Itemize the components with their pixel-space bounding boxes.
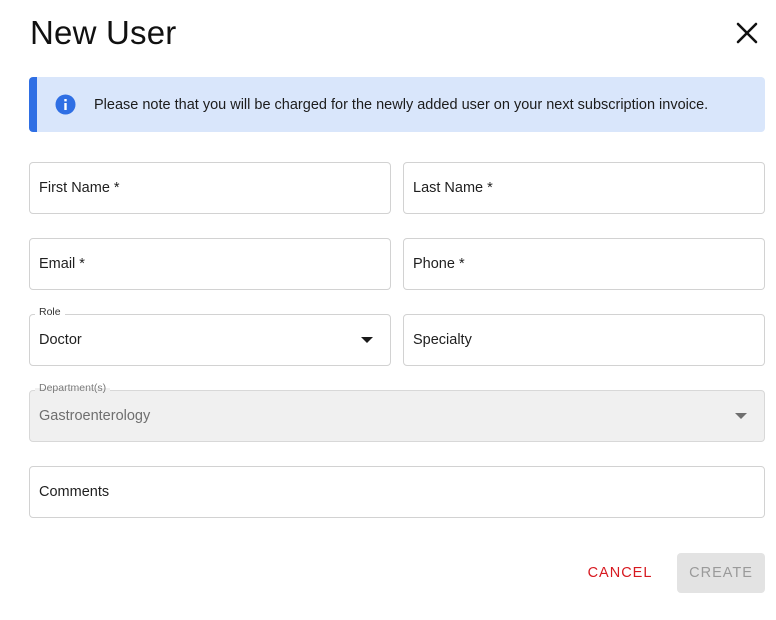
caret-down-icon [361, 337, 373, 343]
specialty-placeholder: Specialty [413, 332, 472, 348]
phone-placeholder: Phone * [413, 256, 465, 272]
first-name-placeholder: First Name * [39, 180, 120, 196]
department-select: Department(s) Gastroenterology [29, 382, 765, 442]
role-label: Role [35, 306, 65, 318]
comments-placeholder: Comments [39, 484, 110, 500]
email-placeholder: Email * [39, 256, 85, 272]
caret-down-icon [735, 413, 747, 419]
phone-field[interactable]: Phone * [403, 238, 765, 290]
info-icon [54, 94, 76, 116]
department-label: Department(s) [35, 382, 111, 394]
last-name-placeholder: Last Name * [413, 180, 493, 196]
billing-notice: Please note that you will be charged for… [29, 77, 765, 132]
role-value: Doctor [39, 332, 82, 348]
close-button[interactable] [730, 16, 764, 50]
last-name-field[interactable]: Last Name * [403, 162, 765, 214]
notice-text: Please note that you will be charged for… [94, 96, 709, 113]
cancel-button[interactable]: CANCEL [577, 553, 663, 593]
email-field[interactable]: Email * [29, 238, 391, 290]
role-select[interactable]: Role Doctor [29, 306, 391, 366]
create-button[interactable]: CREATE [677, 553, 765, 593]
specialty-field[interactable]: Specialty [403, 314, 765, 366]
dialog-title: New User [30, 14, 177, 51]
close-icon [736, 22, 758, 44]
first-name-field[interactable]: First Name * [29, 162, 391, 214]
comments-field[interactable]: Comments [29, 466, 765, 518]
department-value: Gastroenterology [39, 408, 151, 424]
